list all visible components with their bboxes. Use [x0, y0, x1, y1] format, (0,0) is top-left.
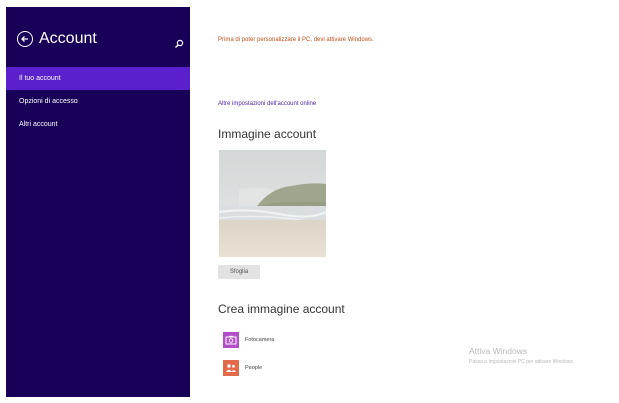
- sidebar-item-other-accounts[interactable]: Altri account: [6, 113, 190, 136]
- watermark-subtitle: Passa a Impostazioni PC per attivare Win…: [469, 359, 575, 365]
- sidebar: Account Il tuo account Opzioni di access…: [6, 7, 190, 397]
- account-picture: [219, 150, 326, 257]
- sidebar-title: Account: [39, 30, 97, 47]
- create-picture-heading: Crea immagine account: [218, 302, 345, 316]
- people-icon: [223, 360, 239, 376]
- window: Account Il tuo account Opzioni di access…: [0, 0, 619, 403]
- camera-app-label: Fotocamera: [245, 337, 275, 343]
- search-icon[interactable]: [174, 34, 184, 48]
- camera-icon: [223, 332, 239, 348]
- back-arrow-icon[interactable]: [17, 31, 33, 47]
- sidebar-nav: Il tuo account Opzioni di accesso Altri …: [6, 67, 190, 136]
- sidebar-item-your-account[interactable]: Il tuo account: [6, 67, 190, 90]
- camera-app-item[interactable]: Fotocamera: [223, 332, 274, 348]
- account-picture-heading: Immagine account: [218, 127, 317, 141]
- watermark-title: Attiva Windows: [469, 346, 528, 356]
- browse-button[interactable]: Sfoglia: [218, 265, 260, 279]
- people-app-item[interactable]: People: [223, 360, 262, 376]
- online-settings-link[interactable]: Altre impostazioni dell'account online: [218, 101, 316, 107]
- activation-message: Prima di poter personalizzare il PC, dev…: [218, 37, 374, 43]
- people-app-label: People: [245, 365, 263, 371]
- sidebar-item-sign-in-options[interactable]: Opzioni di accesso: [6, 90, 190, 113]
- activation-watermark: Attiva Windows Passa a Impostazioni PC p…: [469, 346, 574, 365]
- main-content: Prima di poter personalizzare il PC, dev…: [218, 0, 608, 403]
